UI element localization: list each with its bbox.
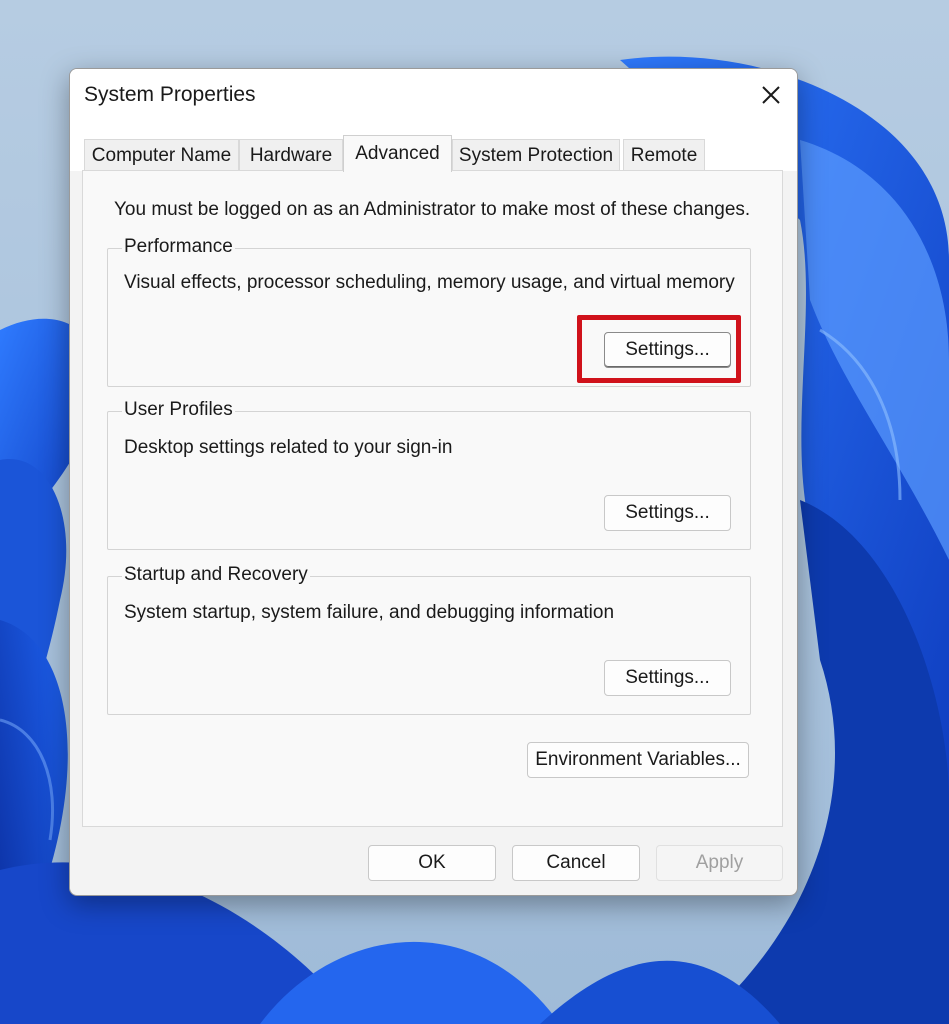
environment-variables-button[interactable]: Environment Variables... bbox=[527, 742, 749, 778]
tab-advanced[interactable]: Advanced bbox=[343, 135, 452, 172]
tab-hardware[interactable]: Hardware bbox=[239, 139, 343, 171]
apply-button[interactable]: Apply bbox=[656, 845, 783, 881]
performance-description: Visual effects, processor scheduling, me… bbox=[124, 272, 735, 293]
tab-system-protection[interactable]: System Protection bbox=[452, 139, 620, 171]
ok-button[interactable]: OK bbox=[368, 845, 496, 881]
user-profiles-description: Desktop settings related to your sign-in bbox=[124, 437, 453, 458]
tab-strip: Computer Name Hardware Advanced System P… bbox=[70, 121, 797, 172]
tab-computer-name[interactable]: Computer Name bbox=[84, 139, 239, 171]
user-profiles-label: User Profiles bbox=[122, 399, 235, 421]
close-button[interactable] bbox=[753, 77, 789, 113]
cancel-button[interactable]: Cancel bbox=[512, 845, 640, 881]
startup-recovery-label: Startup and Recovery bbox=[122, 564, 310, 586]
user-profiles-settings-button[interactable]: Settings... bbox=[604, 495, 731, 531]
system-properties-dialog: System Properties Computer Name Hardware… bbox=[69, 68, 798, 896]
tab-remote[interactable]: Remote bbox=[623, 139, 705, 171]
highlight-box bbox=[577, 315, 741, 383]
title-bar[interactable]: System Properties bbox=[70, 69, 797, 121]
close-icon bbox=[762, 86, 780, 104]
performance-label: Performance bbox=[122, 236, 235, 258]
user-profiles-group: User Profiles Desktop settings related t… bbox=[107, 399, 751, 550]
startup-recovery-group: Startup and Recovery System startup, sys… bbox=[107, 564, 751, 715]
dialog-title: System Properties bbox=[84, 83, 256, 106]
startup-recovery-description: System startup, system failure, and debu… bbox=[124, 602, 615, 623]
startup-recovery-settings-button[interactable]: Settings... bbox=[604, 660, 731, 696]
admin-notice: You must be logged on as an Administrato… bbox=[114, 199, 751, 220]
